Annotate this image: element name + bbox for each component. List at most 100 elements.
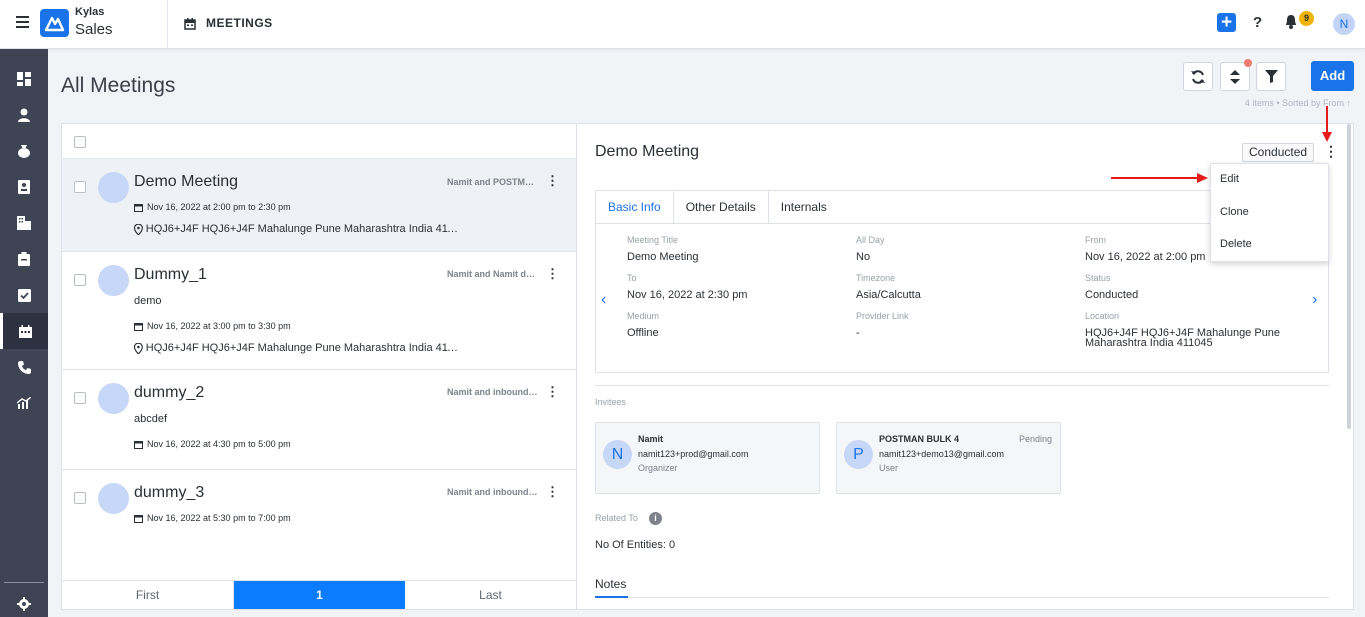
item-more-options-icon[interactable]: ⋮ <box>546 174 559 187</box>
tab-basic-info[interactable]: Basic Info <box>596 191 674 223</box>
calendar-icon <box>134 440 143 449</box>
avatar: N <box>603 440 632 469</box>
item-checkbox[interactable] <box>74 274 86 286</box>
tab-internals[interactable]: Internals <box>769 191 839 223</box>
meeting-location: HQJ6+J4F HQJ6+J4F Mahalunge Pune Maharas… <box>134 223 464 235</box>
avatar <box>98 383 129 414</box>
brand-name: Kylas <box>75 6 105 18</box>
nav-contacts-icon[interactable] <box>0 97 48 133</box>
status-badge: Conducted <box>1242 143 1315 162</box>
pagination: First 1 Last <box>62 580 576 609</box>
field-label: Location <box>1085 311 1120 321</box>
detail-more-options-icon[interactable]: ⋮ <box>1324 144 1338 158</box>
avatar <box>98 483 129 514</box>
nav-companies-icon[interactable] <box>0 205 48 241</box>
select-all-checkbox[interactable] <box>74 136 86 148</box>
items-sort-meta: 4 items • Sorted by From ↑ <box>1244 98 1351 108</box>
field-value-timezone: Asia/Calcutta <box>856 289 921 301</box>
meeting-location: HQJ6+J4F HQJ6+J4F Mahalunge Pune Maharas… <box>134 342 464 354</box>
invitee-name: POSTMAN BULK 4 <box>879 434 960 444</box>
meeting-title[interactable]: Demo Meeting <box>134 173 238 191</box>
menu-item-clone[interactable]: Clone <box>1220 206 1249 218</box>
chevron-right-icon[interactable]: › <box>1312 291 1317 309</box>
item-checkbox[interactable] <box>74 181 86 193</box>
meeting-time: Nov 16, 2022 at 4:30 pm to 5:00 pm <box>134 439 291 449</box>
info-icon[interactable]: i <box>649 512 662 525</box>
detail-scrollbar[interactable] <box>1347 124 1351 429</box>
meeting-owners: Namit and POSTMAN BULK 4 <box>447 177 539 187</box>
meeting-time: Nov 16, 2022 at 5:30 pm to 7:00 pm <box>134 513 291 523</box>
sort-active-indicator <box>1244 59 1252 67</box>
menu-item-delete[interactable]: Delete <box>1220 238 1252 250</box>
meeting-location-text: HQJ6+J4F HQJ6+J4F Mahalunge Pune Maharas… <box>145 223 464 235</box>
add-meeting-button[interactable]: Add <box>1311 61 1354 91</box>
first-page-button[interactable]: First <box>62 581 234 609</box>
calendar-icon <box>134 203 143 212</box>
entities-count: No Of Entities: 0 <box>595 539 676 551</box>
calendar-icon <box>134 514 143 523</box>
help-icon[interactable]: ? <box>1253 14 1262 31</box>
meeting-time: Nov 16, 2022 at 3:00 pm to 3:30 pm <box>134 321 291 331</box>
last-page-button[interactable]: Last <box>405 581 576 609</box>
kylas-logo-icon[interactable] <box>40 9 69 37</box>
meeting-time-text: Nov 16, 2022 at 5:30 pm to 7:00 pm <box>147 513 291 523</box>
bell-icon[interactable] <box>1284 14 1298 35</box>
item-checkbox[interactable] <box>74 392 86 404</box>
list-header <box>62 124 576 159</box>
field-label: From <box>1085 235 1106 245</box>
field-value-meeting-title: Demo Meeting <box>627 251 699 263</box>
invitee-status: Pending <box>1018 434 1052 444</box>
invitee-name: Namit <box>638 434 664 444</box>
filter-icon <box>1264 70 1278 83</box>
sort-icon <box>1230 69 1240 84</box>
field-label: Provider Link <box>856 311 909 321</box>
item-more-options-icon[interactable]: ⋮ <box>546 267 559 280</box>
nav-dashboard-icon[interactable] <box>0 61 48 97</box>
meeting-title[interactable]: dummy_2 <box>134 384 204 402</box>
meeting-title[interactable]: Dummy_1 <box>134 266 207 284</box>
list-item[interactable]: dummy_3 Namit and inbound lead ⋮ Nov 16,… <box>62 470 576 554</box>
module-title: MEETINGS <box>206 16 273 30</box>
nav-leads-icon[interactable] <box>0 169 48 205</box>
field-label: To <box>627 273 637 283</box>
refresh-button[interactable] <box>1183 62 1213 91</box>
detail-title: Demo Meeting <box>595 143 700 160</box>
tab-other-details[interactable]: Other Details <box>674 191 769 223</box>
list-item[interactable]: Dummy_1 Namit and Namit demo ⋮ demo Nov … <box>62 252 576 370</box>
meeting-owners: Namit and Namit demo <box>447 269 539 279</box>
filter-button[interactable] <box>1256 62 1286 91</box>
nav-meetings-icon[interactable] <box>0 313 48 349</box>
list-item[interactable]: Demo Meeting Namit and POSTMAN BULK 4 ⋮ … <box>62 159 576 252</box>
field-label: Meeting Title <box>627 235 679 245</box>
avatar <box>98 172 129 203</box>
meeting-time-text: Nov 16, 2022 at 2:00 pm to 2:30 pm <box>147 202 291 212</box>
notification-count-badge: 9 <box>1299 11 1314 26</box>
field-label: Medium <box>627 311 660 321</box>
nav-reports-icon[interactable] <box>0 385 48 421</box>
quick-add-button[interactable]: + <box>1217 13 1236 32</box>
field-value-location-line2: Maharashtra India 411045 <box>1085 337 1213 349</box>
field-label: Status <box>1085 273 1111 283</box>
item-more-options-icon[interactable]: ⋮ <box>546 385 559 398</box>
meeting-title[interactable]: dummy_3 <box>134 484 204 502</box>
field-value-provider-link: - <box>856 327 860 339</box>
invitees-label: Invitees <box>595 397 627 407</box>
list-item[interactable]: dummy_2 Namit and inbound lead ⋮ abcdef … <box>62 370 576 470</box>
menu-item-edit[interactable]: Edit <box>1220 173 1239 185</box>
nav-calls-phone-icon[interactable] <box>0 349 48 385</box>
nav-settings-gear-icon[interactable] <box>0 586 48 617</box>
notes-tab[interactable]: Notes <box>595 577 626 591</box>
user-avatar[interactable]: N <box>1333 13 1355 35</box>
meeting-owners: Namit and inbound lead <box>447 487 539 497</box>
chevron-left-icon[interactable]: ‹ <box>601 291 606 309</box>
hamburger-menu-icon[interactable] <box>16 16 29 28</box>
nav-tasks-clipboard-icon[interactable] <box>0 241 48 277</box>
nav-deals-icon[interactable] <box>0 133 48 169</box>
meeting-description: abcdef <box>134 413 168 425</box>
item-checkbox[interactable] <box>74 492 86 504</box>
meeting-location-text: HQJ6+J4F HQJ6+J4F Mahalunge Pune Maharas… <box>145 342 464 354</box>
item-more-options-icon[interactable]: ⋮ <box>546 485 559 498</box>
current-page-button[interactable]: 1 <box>234 581 405 609</box>
location-pin-icon <box>134 223 143 235</box>
nav-checklist-icon[interactable] <box>0 277 48 313</box>
